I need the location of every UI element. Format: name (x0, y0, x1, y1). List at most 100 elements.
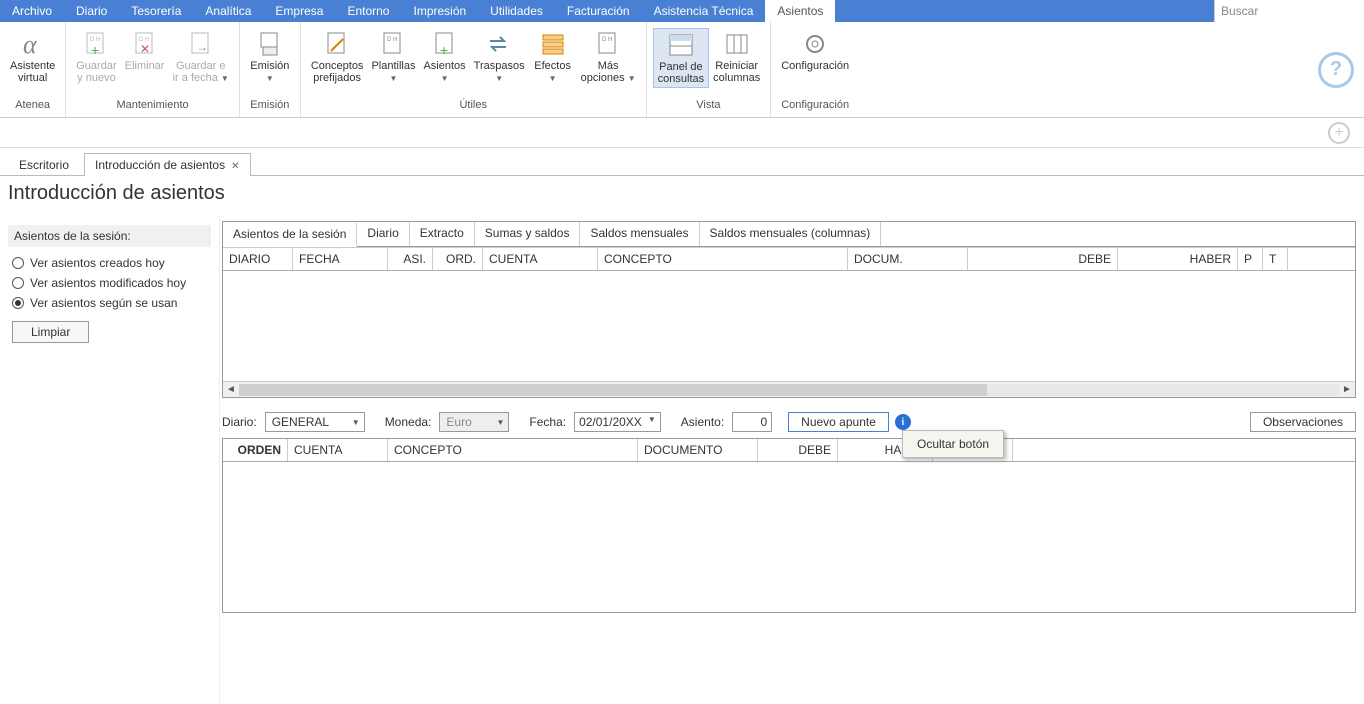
innertab-saldos-mensuales-col[interactable]: Saldos mensuales (columnas) (700, 222, 882, 246)
col2-debe[interactable]: DEBE (758, 439, 838, 461)
asientos-button[interactable]: + Asientos▼ (419, 28, 469, 86)
innertab-asientos-sesion[interactable]: Asientos de la sesión (223, 223, 357, 247)
innertab-diario[interactable]: Diario (357, 222, 409, 246)
menu-archivo[interactable]: Archivo (0, 0, 64, 22)
col-concepto[interactable]: CONCEPTO (598, 248, 848, 270)
session-header: Asientos de la sesión: (8, 225, 211, 247)
nuevo-apunte-button[interactable]: Nuevo apunte (788, 412, 889, 432)
menu-asientos[interactable]: Asientos (765, 0, 835, 22)
add-button[interactable]: + (1328, 122, 1350, 144)
search-input[interactable]: Buscar (1214, 0, 1364, 22)
conceptos-prefijados-button[interactable]: Conceptosprefijados (307, 28, 368, 86)
grid2-header: ORDEN CUENTA CONCEPTO DOCUMENTO DEBE HAB… (223, 439, 1355, 462)
eliminar-button[interactable]: D H✕ Eliminar (121, 28, 169, 74)
col-debe[interactable]: DEBE (968, 248, 1118, 270)
ribbon-group-label: Emisión (240, 97, 300, 115)
col-asi[interactable]: ASI. (388, 248, 433, 270)
alpha-icon: α (17, 30, 49, 58)
observaciones-button[interactable]: Observaciones (1250, 412, 1356, 432)
col-cuenta[interactable]: CUENTA (483, 248, 598, 270)
col-fecha[interactable]: FECHA (293, 248, 388, 270)
page-title: Introducción de asientos (8, 182, 1364, 205)
ribbon-group-label: Vista (647, 97, 771, 115)
radio-creados-hoy[interactable]: Ver asientos creados hoy (8, 253, 211, 273)
col-haber[interactable]: HABER (1118, 248, 1238, 270)
efectos-button[interactable]: Efectos▼ (529, 28, 577, 86)
innertab-extracto[interactable]: Extracto (410, 222, 475, 246)
innertab-sumas-saldos[interactable]: Sumas y saldos (475, 222, 581, 246)
guardar-ir-fecha-button[interactable]: → Guardar eir a fecha ▼ (169, 28, 233, 86)
scroll-right-icon[interactable]: ► (1339, 384, 1355, 395)
innertab-saldos-mensuales[interactable]: Saldos mensuales (580, 222, 699, 246)
document-print-icon (254, 30, 286, 58)
col-docum[interactable]: DOCUM. (848, 248, 968, 270)
ribbon-group-label: Atenea (0, 97, 65, 115)
diario-select[interactable]: GENERAL▼ (265, 412, 365, 432)
traspasos-button[interactable]: Traspasos▼ (470, 28, 529, 86)
col2-cuenta[interactable]: CUENTA (288, 439, 388, 461)
moneda-label: Moneda: (385, 415, 432, 429)
col-ord[interactable]: ORD. (433, 248, 483, 270)
fecha-input[interactable]: 02/01/20XX▼ (574, 412, 661, 432)
col2-concepto[interactable]: CONCEPTO (388, 439, 638, 461)
document-pencil-icon (321, 30, 353, 58)
tab-escritorio[interactable]: Escritorio (8, 153, 80, 176)
grid1-body[interactable] (223, 271, 1355, 381)
col-p[interactable]: P (1238, 248, 1263, 270)
svg-text:+: + (91, 42, 99, 57)
content-area: Asientos de la sesión Diario Extracto Su… (220, 215, 1364, 704)
svg-text:→: → (196, 40, 208, 54)
reiniciar-columnas-button[interactable]: Reiniciarcolumnas (709, 28, 764, 86)
configuracion-button[interactable]: Configuración (777, 28, 853, 74)
guardar-nuevo-button[interactable]: D H+ Guardary nuevo (72, 28, 120, 86)
ribbon-group-label: Útiles (301, 97, 646, 115)
col-diario[interactable]: DIARIO (223, 248, 293, 270)
moneda-select: Euro▼ (439, 412, 509, 432)
scroll-thumb[interactable] (239, 384, 987, 396)
asiento-input[interactable]: 0 (732, 412, 772, 432)
emision-button[interactable]: Emisión▼ (246, 28, 294, 86)
gear-icon (799, 30, 831, 58)
menu-facturacion[interactable]: Facturación (555, 0, 642, 22)
ribbon: α Asistentevirtual Atenea D H+ Guardary … (0, 22, 1364, 118)
plantillas-button[interactable]: D H Plantillas▼ (367, 28, 419, 86)
col2-orden[interactable]: ORDEN (223, 439, 288, 461)
menu-utilidades[interactable]: Utilidades (478, 0, 555, 22)
grid2-body[interactable] (223, 462, 1355, 612)
inner-tabset: Asientos de la sesión Diario Extracto Su… (222, 221, 1356, 398)
rows-icon (537, 30, 569, 58)
ribbon-group-label: Configuración (771, 97, 859, 115)
radio-label: Ver asientos según se usan (30, 296, 177, 310)
menu-diario[interactable]: Diario (64, 0, 119, 22)
menu-impresion[interactable]: Impresión (401, 0, 478, 22)
svg-text:α: α (23, 31, 38, 57)
tab-introduccion-asientos[interactable]: Introducción de asientos✕ (84, 153, 250, 176)
entry-form-row: Diario: GENERAL▼ Moneda: Euro▼ Fecha: 02… (222, 412, 1356, 432)
radio-label: Ver asientos creados hoy (30, 256, 165, 270)
asistente-virtual-button[interactable]: α Asistentevirtual (6, 28, 59, 86)
close-icon[interactable]: ✕ (231, 161, 239, 172)
svg-text:+: + (440, 42, 448, 57)
main-menubar: Archivo Diario Tesorería Analítica Empre… (0, 0, 1364, 22)
menu-asistencia[interactable]: Asistencia Técnica (642, 0, 766, 22)
limpiar-button[interactable]: Limpiar (12, 321, 89, 343)
menu-analitica[interactable]: Analítica (193, 0, 263, 22)
menu-entorno[interactable]: Entorno (335, 0, 401, 22)
ribbon-group-utiles: Conceptosprefijados D H Plantillas▼ + As… (301, 22, 647, 117)
col2-documento[interactable]: DOCUMENTO (638, 439, 758, 461)
ribbon-group-emision: Emisión▼ Emisión (240, 22, 301, 117)
help-icon[interactable]: ? (1318, 52, 1354, 88)
panel-icon (665, 31, 697, 59)
col-t[interactable]: T (1263, 248, 1288, 270)
radio-modificados-hoy[interactable]: Ver asientos modificados hoy (8, 273, 211, 293)
panel-consultas-button[interactable]: Panel deconsultas (653, 28, 709, 88)
menu-tesoreria[interactable]: Tesorería (119, 0, 193, 22)
columns-icon (721, 30, 753, 58)
document-arrow-icon: → (185, 30, 217, 58)
radio-segun-usan[interactable]: Ver asientos según se usan (8, 293, 211, 313)
scroll-left-icon[interactable]: ◄ (223, 384, 239, 395)
mas-opciones-button[interactable]: D H Másopciones ▼ (577, 28, 640, 86)
grid1-scrollbar[interactable]: ◄ ► (223, 381, 1355, 397)
menu-empresa[interactable]: Empresa (263, 0, 335, 22)
info-icon[interactable]: i (895, 414, 911, 430)
